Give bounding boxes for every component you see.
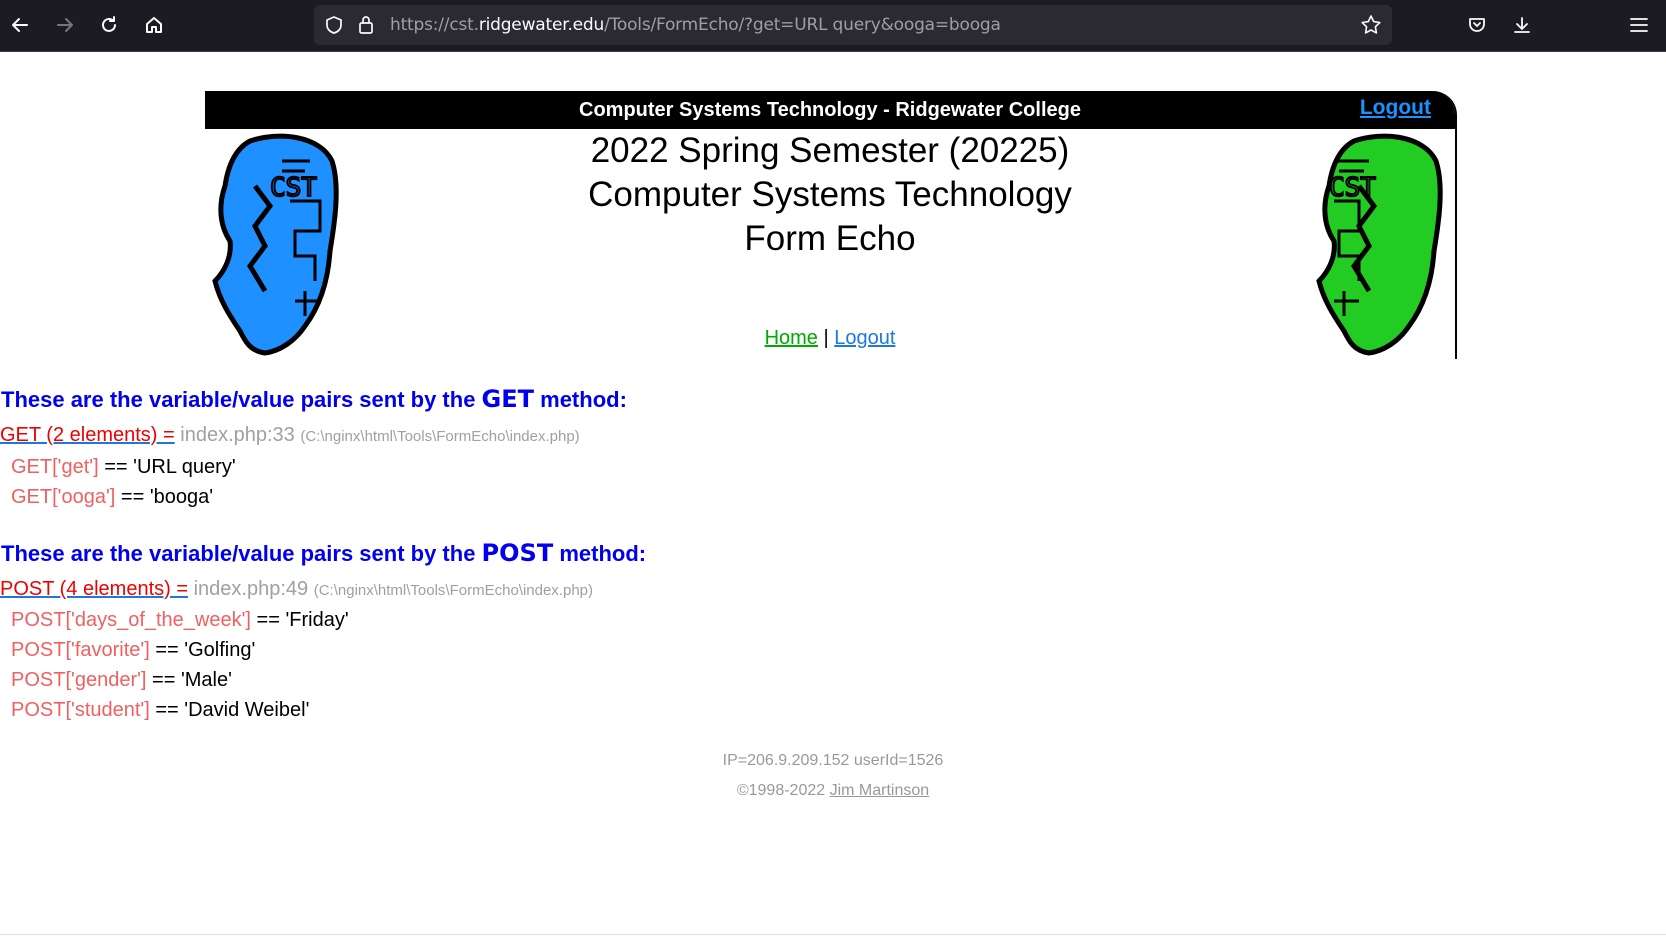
post-item-value: == 'David Weibel' xyxy=(149,699,310,721)
nav-logout-link[interactable]: Logout xyxy=(834,327,895,349)
download-icon[interactable] xyxy=(1506,9,1538,41)
post-item: POST['gender'] == 'Male' xyxy=(11,669,232,692)
post-dump-label[interactable]: POST (4 elements) = xyxy=(0,578,188,600)
post-item: POST['student'] == 'David Weibel' xyxy=(11,699,309,722)
post-item-key: POST['days_of_the_week'] xyxy=(11,609,251,631)
reload-icon[interactable] xyxy=(93,9,125,41)
post-heading-method: POST xyxy=(481,539,554,567)
shield-icon[interactable] xyxy=(324,15,344,40)
get-dump-path: (C:\nginx\html\Tools\FormEcho\index.php) xyxy=(300,428,580,445)
post-item-value: == 'Friday' xyxy=(251,609,349,631)
url-host: ridgewater.edu xyxy=(478,15,605,35)
browser-toolbar: https://cst.ridgewater.edu/Tools/FormEch… xyxy=(0,0,1666,52)
post-heading: These are the variable/value pairs sent … xyxy=(1,539,646,567)
get-heading: These are the variable/value pairs sent … xyxy=(1,385,627,413)
footer-ip-line: IP=206.9.209.152 userId=1526 xyxy=(722,752,944,769)
get-heading-pre: These are the variable/value pairs sent … xyxy=(1,387,482,412)
post-item-key: POST['favorite'] xyxy=(11,639,150,661)
hamburger-menu-icon[interactable] xyxy=(1623,9,1655,41)
url-path: /Tools/FormEcho/?get=URL query&ooga=boog… xyxy=(604,15,1001,35)
nav-links: Home | Logout xyxy=(205,327,1455,350)
post-item: POST['days_of_the_week'] == 'Friday' xyxy=(11,609,349,632)
post-dump-path: (C:\nginx\html\Tools\FormEcho\index.php) xyxy=(313,582,593,599)
bottom-divider xyxy=(0,934,1666,935)
get-heading-method: GET xyxy=(481,385,535,413)
page-title: Form Echo xyxy=(744,219,916,258)
header-bar: Computer Systems Technology - Ridgewater… xyxy=(205,91,1455,129)
get-item: GET['get'] == 'URL query' xyxy=(11,456,236,479)
get-item: GET['ooga'] == 'booga' xyxy=(11,486,213,509)
post-heading-pre: These are the variable/value pairs sent … xyxy=(1,541,482,566)
pocket-icon[interactable] xyxy=(1461,9,1493,41)
post-item: POST['favorite'] == 'Golfing' xyxy=(11,639,255,662)
post-item-value: == 'Golfing' xyxy=(149,639,256,661)
post-dump-line: POST (4 elements) = index.php:49 (C:\ngi… xyxy=(0,578,593,601)
address-bar[interactable]: https://cst.ridgewater.edu/Tools/FormEch… xyxy=(314,5,1392,45)
back-arrow-icon[interactable] xyxy=(4,9,36,41)
author-link[interactable]: Jim Martinson xyxy=(830,782,930,799)
footer-copyright: ©1998-2022 Jim Martinson xyxy=(0,782,1666,800)
get-dump-label[interactable]: GET (2 elements) = xyxy=(0,424,175,446)
program-title: Computer Systems Technology xyxy=(588,175,1072,214)
nav-separator: | xyxy=(817,327,835,349)
get-item-value: == 'URL query' xyxy=(98,456,236,478)
lock-icon[interactable] xyxy=(356,14,376,41)
page-title-block: 2022 Spring Semester (20225) Computer Sy… xyxy=(205,129,1455,261)
get-dump-file: index.php:33 xyxy=(180,424,295,446)
site-title: Computer Systems Technology - Ridgewater… xyxy=(579,99,1081,121)
semester-title: 2022 Spring Semester (20225) xyxy=(590,131,1070,170)
post-item-value: == 'Male' xyxy=(146,669,232,691)
post-item-key: POST['student'] xyxy=(11,699,150,721)
get-item-value: == 'booga' xyxy=(115,486,214,508)
post-item-key: POST['gender'] xyxy=(11,669,147,691)
copyright-text: ©1998-2022 xyxy=(736,782,830,799)
bookmark-star-icon[interactable] xyxy=(1360,14,1382,41)
nav-home-link[interactable]: Home xyxy=(765,327,818,349)
header-logout-link[interactable]: Logout xyxy=(1360,96,1431,120)
post-heading-post: method: xyxy=(553,541,647,566)
url-text[interactable]: https://cst.ridgewater.edu/Tools/FormEch… xyxy=(390,15,1001,35)
home-icon[interactable] xyxy=(138,9,170,41)
get-item-key: GET['get'] xyxy=(11,456,99,478)
get-dump-line: GET (2 elements) = index.php:33 (C:\ngin… xyxy=(0,424,580,447)
get-item-key: GET['ooga'] xyxy=(11,486,116,508)
get-heading-post: method: xyxy=(534,387,627,412)
post-dump-file: index.php:49 xyxy=(193,578,309,600)
url-prefix: https://cst. xyxy=(390,15,479,35)
forward-arrow-icon[interactable] xyxy=(49,9,81,41)
page-header: Computer Systems Technology - Ridgewater… xyxy=(205,91,1457,359)
